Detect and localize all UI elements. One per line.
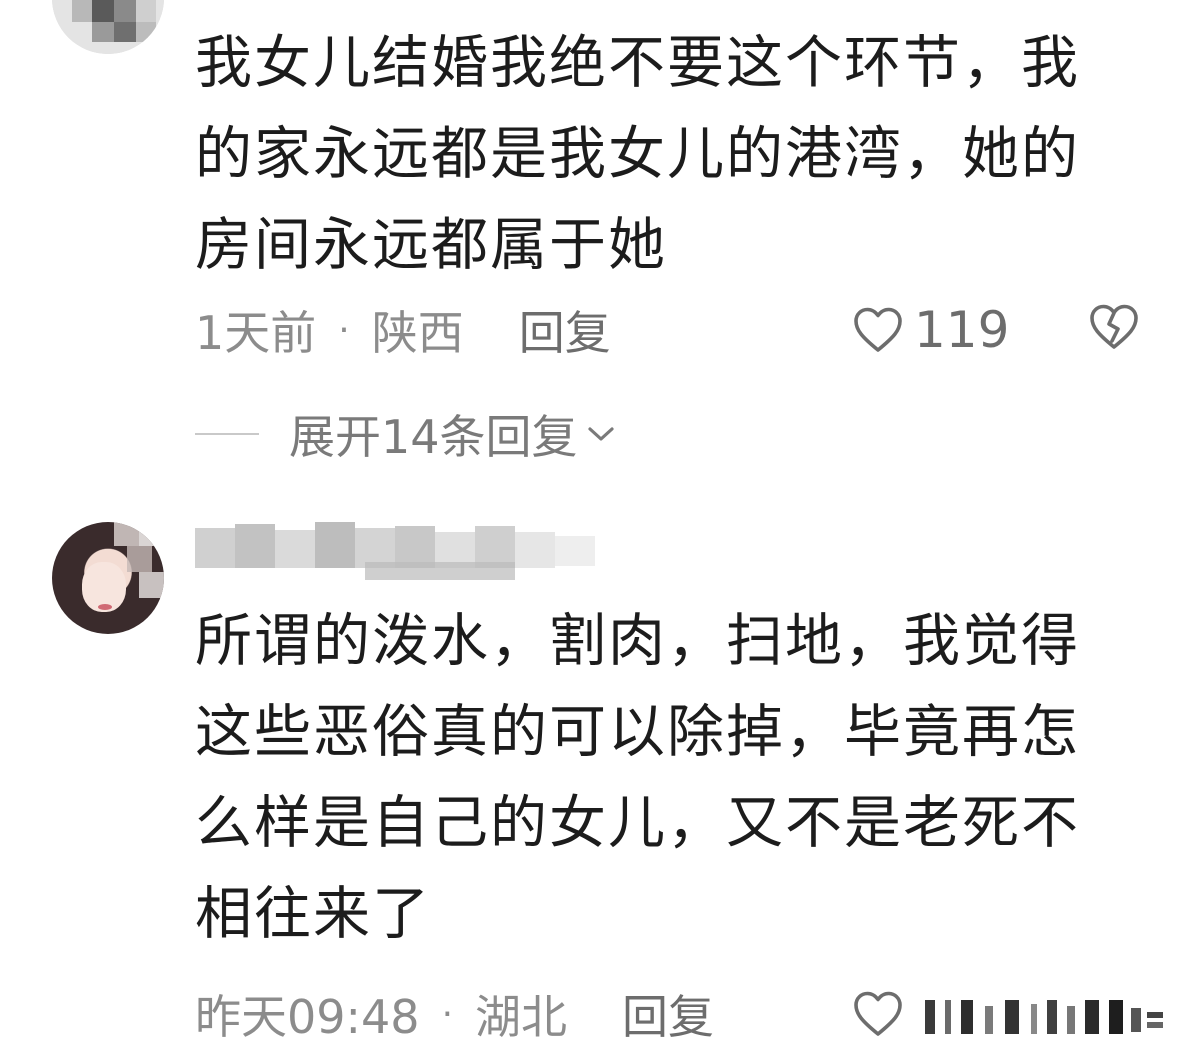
comment-location: 湖北 [475,990,568,1044]
comment-line: 所谓的泼水，割肉，扫地，我觉得 [195,608,1080,674]
comment-text: 我女儿结婚我绝不要这个环节，我 的家永远都是我女儿的港湾，她的 房间永远都属于她 [195,18,1155,291]
like-button[interactable]: 119 [852,298,1009,362]
comment-line: 相往来了 [195,881,431,947]
chevron-down-icon [587,427,614,441]
comment-time: 1天前 [195,306,317,360]
expand-replies-label: 展开14条回复 [289,410,578,464]
meta-separator: · [338,309,350,351]
reply-button[interactable]: 回复 [622,981,714,1047]
like-button[interactable] [852,982,914,1046]
dislike-button[interactable] [1088,303,1140,355]
watermark-pattern [925,1000,1163,1034]
divider [195,433,259,435]
comment-line: 房间永远都属于她 [195,212,667,278]
comment-line: 么样是自己的女儿，又不是老死不 [195,790,1080,856]
avatar[interactable] [52,0,164,54]
avatar[interactable] [52,522,164,634]
comment-line: 这些恶俗真的可以除掉，毕竟再怎 [195,699,1080,765]
comment-meta: 昨天09:48 · 湖北 回复 [195,982,714,1046]
like-count: 119 [914,301,1010,359]
comment-line: 我女儿结婚我绝不要这个环节，我 [195,30,1080,96]
broken-heart-icon [1090,304,1138,349]
heart-outline-icon [854,307,902,352]
comment-time: 昨天09:48 [195,990,420,1044]
expand-replies-button[interactable]: 展开14条回复 [195,402,616,466]
comment-meta: 1天前 · 陕西 回复 [195,298,611,362]
comment-location: 陕西 [371,306,464,360]
heart-outline-icon [854,991,902,1036]
meta-separator: · [441,993,454,1035]
reply-button[interactable]: 回复 [519,297,611,363]
username-blurred[interactable] [195,518,605,582]
comment-line: 的家永远都是我女儿的港湾，她的 [195,121,1080,187]
comment-text: 所谓的泼水，割肉，扫地，我觉得 这些恶俗真的可以除掉，毕竟再怎 么样是自己的女儿… [195,596,1155,960]
